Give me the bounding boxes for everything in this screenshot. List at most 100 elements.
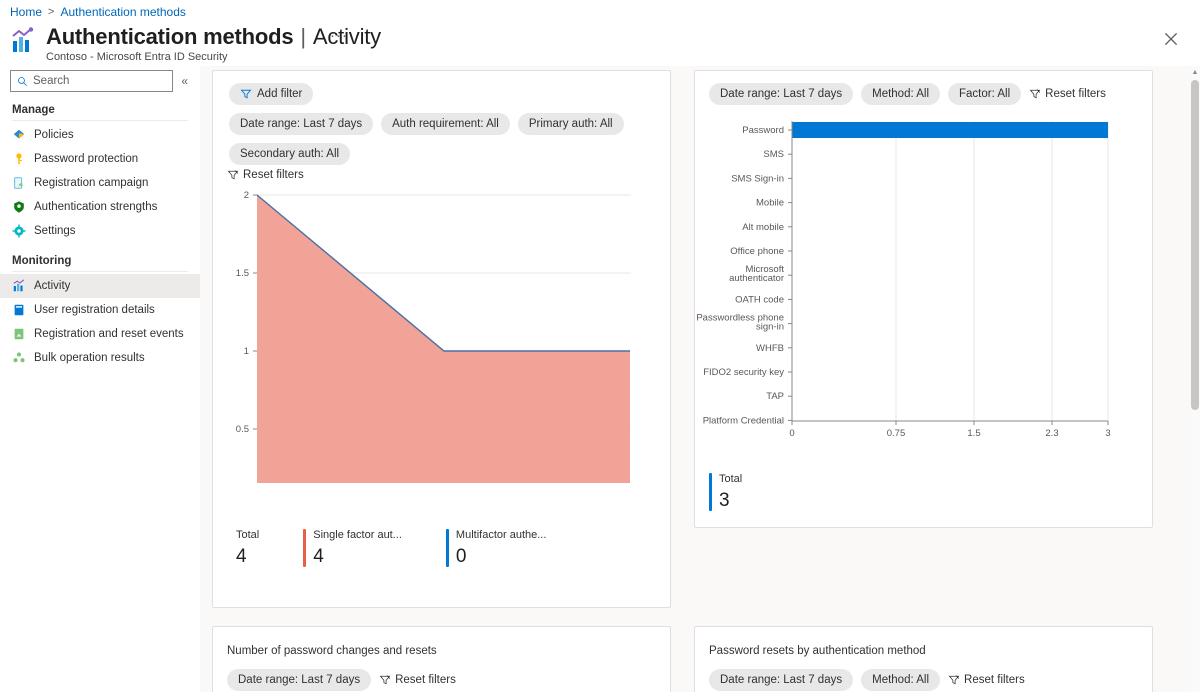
authentication-activity-card: Add filter Date range: Last 7 days Auth … — [212, 70, 671, 608]
category-label: FIDO2 security key — [703, 367, 784, 378]
sidebar: « Manage Policies Password protection — [0, 66, 200, 692]
password-changes-title: Number of password changes and resets — [227, 645, 437, 657]
kpi-label: Single factor aut... — [313, 529, 402, 541]
breadcrumb: Home > Authentication methods — [10, 5, 186, 19]
category-label: TAP — [766, 391, 784, 402]
sidebar-item-label: Registration and reset events — [34, 328, 184, 340]
breadcrumb-separator-icon: > — [48, 6, 55, 18]
more-options-button[interactable]: ··· — [330, 28, 348, 43]
activity-chart-icon — [12, 27, 34, 52]
sidebar-item-activity[interactable]: Activity — [0, 274, 200, 298]
kpi-value: 4 — [313, 546, 324, 567]
authentication-method-usage-chart[interactable]: Password SMS SMS Sign-in Mobile Alt mobi… — [695, 111, 1154, 481]
filter-chip-label: Date range: Last 7 days — [720, 88, 843, 100]
scroll-up-icon[interactable]: ▲ — [1190, 66, 1200, 78]
filter-chip-primary-auth[interactable]: Primary auth: All — [517, 113, 624, 135]
page-scrollbar[interactable]: ▲ — [1190, 66, 1200, 692]
category-label: sign-in — [756, 322, 784, 333]
filter-chip-secondary-auth[interactable]: Secondary auth: All — [229, 143, 351, 165]
filter-chip-date-range[interactable]: Date range: Last 7 days — [709, 669, 854, 691]
sidebar-item-label: Activity — [34, 280, 71, 292]
kpi-total: Total 4 — [233, 529, 259, 567]
sidebar-item-policies[interactable]: Policies — [0, 123, 200, 147]
x-tick-label: 1.5 — [967, 428, 980, 439]
breadcrumb-authentication-methods[interactable]: Authentication methods — [60, 5, 185, 19]
kpi-accent-bar — [445, 529, 449, 567]
authentication-activity-chart[interactable]: 2 1.5 1 0.5 0 Feb 22 Feb 25 Feb 26 — [213, 183, 672, 483]
sidebar-item-registration-campaign[interactable]: Registration campaign — [0, 171, 200, 195]
add-filter-label: Add filter — [257, 88, 303, 100]
password-changes-card: Number of password changes and resets Da… — [212, 626, 671, 692]
breadcrumb-home[interactable]: Home — [10, 5, 42, 19]
filter-chip-method[interactable]: Method: All — [861, 669, 941, 691]
sidebar-section-manage: Manage — [12, 104, 55, 116]
content-area: Add filter Date range: Last 7 days Auth … — [200, 66, 1190, 692]
add-filter-button[interactable]: Add filter — [229, 83, 314, 105]
activity-chart-icon — [13, 279, 25, 292]
filter-chip-date-range[interactable]: Date range: Last 7 days — [227, 669, 372, 691]
page-subtitle: Contoso - Microsoft Entra ID Security — [46, 51, 228, 63]
activity-kpi-row: Total 4 Single factor aut... 4 Multifact… — [233, 529, 546, 567]
category-label: WHFB — [756, 343, 784, 354]
search-box[interactable] — [10, 70, 174, 92]
registration-campaign-icon — [14, 177, 24, 189]
reset-filters-button-password-resets[interactable]: Reset filters — [948, 674, 1025, 686]
sidebar-item-label: Registration campaign — [34, 177, 149, 189]
funnel-icon — [240, 89, 252, 99]
reset-filters-label: Reset filters — [1045, 88, 1106, 100]
registration-events-icon — [14, 328, 24, 340]
sidebar-item-settings[interactable]: Settings — [0, 219, 200, 243]
kpi-value: 0 — [455, 546, 467, 567]
category-label: SMS — [763, 149, 784, 160]
category-label: Platform Credential — [703, 415, 784, 426]
search-input[interactable] — [33, 75, 173, 87]
kpi-multifactor: Multifactor authe... 0 — [445, 529, 546, 567]
filter-chip-auth-requirement[interactable]: Auth requirement: All — [381, 113, 510, 135]
sidebar-item-registration-and-reset-events[interactable]: Registration and reset events — [0, 322, 200, 346]
filter-chip-date-range[interactable]: Date range: Last 7 days — [229, 113, 374, 135]
x-tick-label: 3 — [1105, 428, 1110, 439]
chevron-double-left-icon[interactable]: « — [177, 70, 192, 92]
category-label: Password — [742, 125, 784, 136]
filter-chip-method[interactable]: Method: All — [861, 83, 941, 105]
scrollbar-thumb[interactable] — [1191, 80, 1199, 410]
search-icon — [18, 76, 27, 86]
sidebar-item-password-protection[interactable]: Password protection — [0, 147, 200, 171]
reset-filter-icon — [948, 675, 960, 685]
filter-chip-date-range[interactable]: Date range: Last 7 days — [709, 83, 854, 105]
kpi-total-method-usage: Total 3 — [709, 473, 742, 511]
reset-filters-button-activity[interactable]: Reset filters — [227, 169, 304, 181]
bar-password[interactable] — [792, 122, 1108, 138]
kpi-value: 3 — [719, 490, 730, 511]
filter-chip-label: Factor: All — [959, 88, 1011, 100]
sidebar-item-label: Password protection — [34, 153, 139, 165]
y-tick-label: 1.5 — [236, 268, 249, 279]
sidebar-search-row: « — [0, 66, 200, 92]
sidebar-item-authentication-strengths[interactable]: Authentication strengths — [0, 195, 200, 219]
filter-chip-label: Date range: Last 7 days — [238, 674, 361, 686]
reset-filter-icon — [379, 675, 391, 685]
sidebar-item-bulk-operation-results[interactable]: Bulk operation results — [0, 346, 200, 370]
filter-chip-label: Date range: Last 7 days — [240, 118, 363, 130]
key-icon — [16, 153, 22, 165]
policies-icon — [13, 129, 25, 139]
reset-filter-icon — [1029, 89, 1041, 99]
kpi-value: 4 — [236, 546, 247, 567]
filter-chip-label: Primary auth: All — [528, 118, 613, 130]
shield-icon — [14, 201, 24, 213]
kpi-accent-bar — [303, 529, 307, 567]
sidebar-item-label: Policies — [34, 129, 74, 141]
y-tick-label: 0.5 — [236, 424, 249, 435]
reset-filters-button-method-usage[interactable]: Reset filters — [1029, 88, 1106, 100]
password-resets-title: Password resets by authentication method — [709, 645, 926, 657]
authentication-method-usage-card: Date range: Last 7 days Method: All Fact… — [694, 70, 1153, 528]
sidebar-item-user-registration-details[interactable]: User registration details — [0, 298, 200, 322]
category-label: Office phone — [730, 246, 784, 257]
sidebar-item-label: User registration details — [34, 304, 155, 316]
sidebar-item-label: Authentication strengths — [34, 201, 158, 213]
y-tick-label: 2 — [244, 190, 249, 201]
reset-filters-button-password-changes[interactable]: Reset filters — [379, 674, 456, 686]
category-label: Alt mobile — [742, 222, 784, 233]
close-icon[interactable] — [1162, 30, 1180, 48]
filter-chip-factor[interactable]: Factor: All — [948, 83, 1022, 105]
